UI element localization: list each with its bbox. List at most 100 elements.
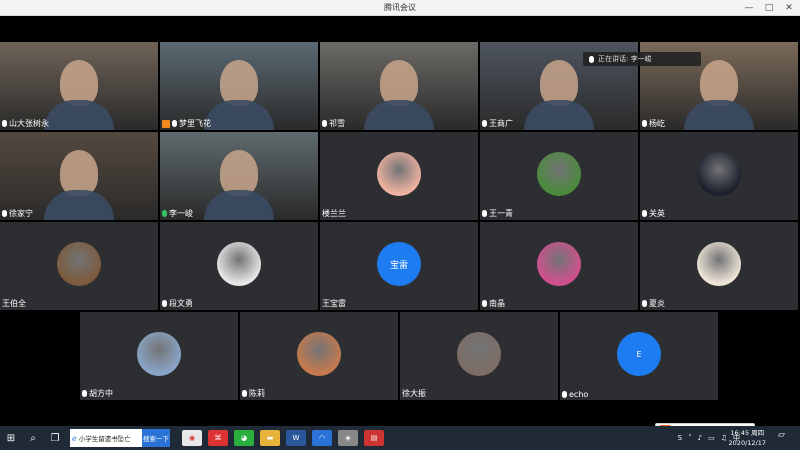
avatar <box>457 332 501 376</box>
participant-name-text: 王伯全 <box>2 299 26 308</box>
avatar <box>537 152 581 196</box>
maximize-button[interactable]: □ <box>764 0 774 16</box>
participant-name-text: 关英 <box>649 209 665 218</box>
participant-name-text: 徐家宁 <box>9 209 33 218</box>
participant-name: 徐大振 <box>402 388 426 399</box>
participant-name-text: 李一峻 <box>169 209 193 218</box>
search-input[interactable]: 小学生留遗书坠亡 <box>79 433 131 443</box>
participant-tile[interactable]: 梦里飞花 <box>160 42 318 130</box>
participant-tile[interactable]: 陈莉 <box>240 312 398 400</box>
search-icon[interactable]: ⌕ <box>22 426 44 450</box>
avatar <box>217 242 261 286</box>
microphone-icon <box>172 120 177 127</box>
top-strip <box>0 16 800 42</box>
participant-name: echo <box>562 390 588 399</box>
task-view-icon[interactable]: ❐ <box>44 426 66 450</box>
participant-name-text: 徐大振 <box>402 389 426 398</box>
avatar: 宝雷 <box>377 242 421 286</box>
clock-date: 2020/12/17 <box>728 439 766 447</box>
app-red-icon[interactable]: ⌘ <box>208 430 228 446</box>
participant-name: 陈莉 <box>242 388 265 399</box>
wechat-icon[interactable]: ◕ <box>234 430 254 446</box>
participant-name: 杨屹 <box>642 118 665 129</box>
windows-start-icon[interactable]: ⊞ <box>0 426 22 450</box>
avatar <box>377 152 421 196</box>
title-bar: 腾讯会议 — □ ✕ <box>0 0 800 16</box>
tencent-meeting-icon[interactable]: ◠ <box>312 430 332 446</box>
browser-e-icon: ℯ <box>72 433 77 443</box>
participant-tile[interactable]: 王伯全 <box>0 222 158 310</box>
participant-tile[interactable]: 徐大振 <box>400 312 558 400</box>
microphone-icon <box>642 120 647 127</box>
participant-name: 王宝雷 <box>322 298 346 309</box>
video-feed-body <box>44 190 114 220</box>
microphone-icon <box>482 210 487 217</box>
participant-tile[interactable]: 关英 <box>640 132 798 220</box>
participant-tile[interactable]: 楼兰兰 <box>320 132 478 220</box>
participant-tile[interactable]: Eecho <box>560 312 718 400</box>
volume-icon[interactable]: ♫ <box>721 434 727 442</box>
speaking-indicator: 正在讲话: 李一峻 <box>583 52 701 66</box>
microphone-icon <box>322 120 327 127</box>
participant-tile[interactable]: 李一峻 <box>160 132 318 220</box>
participant-name: 山大张树永 <box>2 118 49 129</box>
sogou-tray-icon[interactable]: S <box>678 434 682 442</box>
participant-name-text: 王一青 <box>489 209 513 218</box>
microphone-icon <box>2 120 7 127</box>
chrome-icon[interactable]: ◉ <box>182 430 202 446</box>
participant-tile[interactable]: 南晶 <box>480 222 638 310</box>
search-button[interactable]: 搜索一下 <box>142 429 170 447</box>
close-button[interactable]: ✕ <box>784 0 794 16</box>
app-gray-icon[interactable]: ◈ <box>338 430 358 446</box>
participant-name-text: 夏炎 <box>649 299 665 308</box>
chevron-up-icon[interactable]: ˄ <box>688 434 692 442</box>
participant-name-text: 祁雪 <box>329 119 345 128</box>
mic-tray-icon[interactable]: ♪ <box>698 434 702 442</box>
microphone-icon <box>482 300 487 307</box>
microphone-icon <box>562 391 567 398</box>
participant-tile[interactable]: 山大张树永 <box>0 42 158 130</box>
clock[interactable]: 16:45 周四 2020/12/17 <box>729 428 766 448</box>
video-feed-body <box>684 100 754 130</box>
video-feed-body <box>524 100 594 130</box>
participant-name-text: 南晶 <box>489 299 505 308</box>
meeting-grid: 山大张树永 梦里飞花 祁雪 王商广 杨屹 徐家宁 李一峻 楼兰兰 王一青 关英 … <box>0 16 800 439</box>
participant-name: 关英 <box>642 208 665 219</box>
pdf-icon[interactable]: ▤ <box>364 430 384 446</box>
avatar <box>297 332 341 376</box>
clock-time: 16:45 周四 <box>730 429 765 437</box>
participant-name-text: 梦里飞花 <box>179 119 211 128</box>
minimize-button[interactable]: — <box>744 0 754 16</box>
participant-tile[interactable]: 王一青 <box>480 132 638 220</box>
participant-name: 李一峻 <box>162 208 193 219</box>
avatar <box>697 242 741 286</box>
participant-tile[interactable]: 祁雪 <box>320 42 478 130</box>
participant-name: 段文勇 <box>162 298 193 309</box>
window-controls: — □ ✕ <box>744 0 794 16</box>
microphone-icon <box>482 120 487 127</box>
microphone-icon <box>162 210 167 217</box>
folder-icon[interactable]: ▬ <box>260 430 280 446</box>
participant-name: 胡方中 <box>82 388 113 399</box>
network-icon[interactable]: ▭ <box>708 434 715 442</box>
participant-tile[interactable]: 胡方中 <box>80 312 238 400</box>
participant-name-text: 段文勇 <box>169 299 193 308</box>
participant-tile[interactable]: 段文勇 <box>160 222 318 310</box>
windows-taskbar: ⊞ ⌕ ❐ ℯ 小学生留遗书坠亡 搜索一下 ◉ ⌘ ◕ ▬ W ◠ ◈ ▤ S … <box>0 426 800 450</box>
participant-tile[interactable]: 徐家宁 <box>0 132 158 220</box>
participant-tile[interactable]: 宝雷王宝雷 <box>320 222 478 310</box>
microphone-icon <box>589 55 594 63</box>
participant-name-text: 王商广 <box>489 119 513 128</box>
microphone-icon <box>2 210 7 217</box>
participant-name-text: echo <box>569 390 589 399</box>
taskbar-search-box[interactable]: ℯ 小学生留遗书坠亡 <box>70 429 142 447</box>
video-feed-body <box>364 100 434 130</box>
word-icon[interactable]: W <box>286 430 306 446</box>
video-feed-body <box>204 100 274 130</box>
microphone-icon <box>642 210 647 217</box>
notification-icon[interactable]: ▱ <box>778 430 792 444</box>
microphone-icon <box>82 390 87 397</box>
participant-name: 王商广 <box>482 118 513 129</box>
participant-tile[interactable]: 夏炎 <box>640 222 798 310</box>
avatar <box>137 332 181 376</box>
